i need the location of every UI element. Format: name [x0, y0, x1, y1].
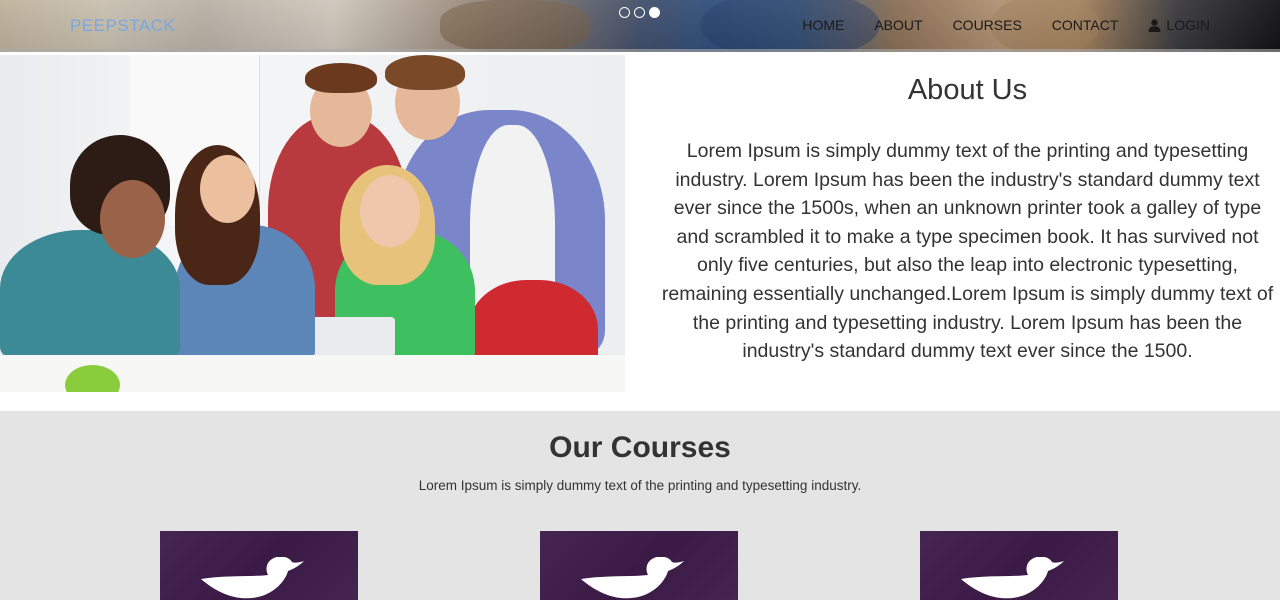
courses-subtitle: Lorem Ipsum is simply dummy text of the … [418, 478, 862, 493]
user-icon [1148, 18, 1161, 32]
nav-item-login[interactable]: LOGIN [1148, 17, 1210, 33]
course-card[interactable] [540, 531, 738, 600]
carousel-indicators [619, 7, 660, 18]
carousel-indicator[interactable] [634, 7, 645, 18]
carousel-indicator[interactable] [619, 7, 630, 18]
courses-title: Our Courses [549, 431, 731, 464]
course-card[interactable] [920, 531, 1118, 600]
students-photo [0, 55, 625, 392]
nav-item-home[interactable]: HOME [802, 17, 844, 33]
login-label: LOGIN [1166, 17, 1210, 33]
photo-head [360, 175, 420, 247]
nav-item-contact[interactable]: CONTACT [1052, 17, 1119, 33]
bird-logo-icon [961, 557, 1064, 599]
navbar-bottom-border [0, 49, 1280, 52]
photo-hair [385, 55, 465, 90]
about-section: About Us Lorem Ipsum is simply dummy tex… [0, 54, 1280, 411]
nav-menu: HOME ABOUT COURSES CONTACT LOGIN [802, 17, 1210, 33]
bird-logo-icon [201, 557, 304, 599]
courses-section: Our Courses Lorem Ipsum is simply dummy … [0, 411, 1280, 600]
photo-head [100, 180, 165, 258]
photo-head [200, 155, 255, 223]
brand-logo-link[interactable]: PEEPSTACK [70, 16, 175, 36]
photo-person [0, 230, 180, 360]
top-navbar: PEEPSTACK HOME ABOUT COURSES CONTACT LOG… [0, 0, 1280, 52]
photo-hair [305, 63, 377, 93]
nav-item-courses[interactable]: COURSES [953, 17, 1022, 33]
about-title: About Us [907, 74, 1028, 106]
carousel-indicator-active[interactable] [649, 7, 660, 18]
about-body: Lorem Ipsum is simply dummy text of the … [661, 140, 1274, 363]
nav-item-about[interactable]: ABOUT [874, 17, 922, 33]
course-card[interactable] [160, 531, 358, 600]
bird-logo-icon [581, 557, 684, 599]
